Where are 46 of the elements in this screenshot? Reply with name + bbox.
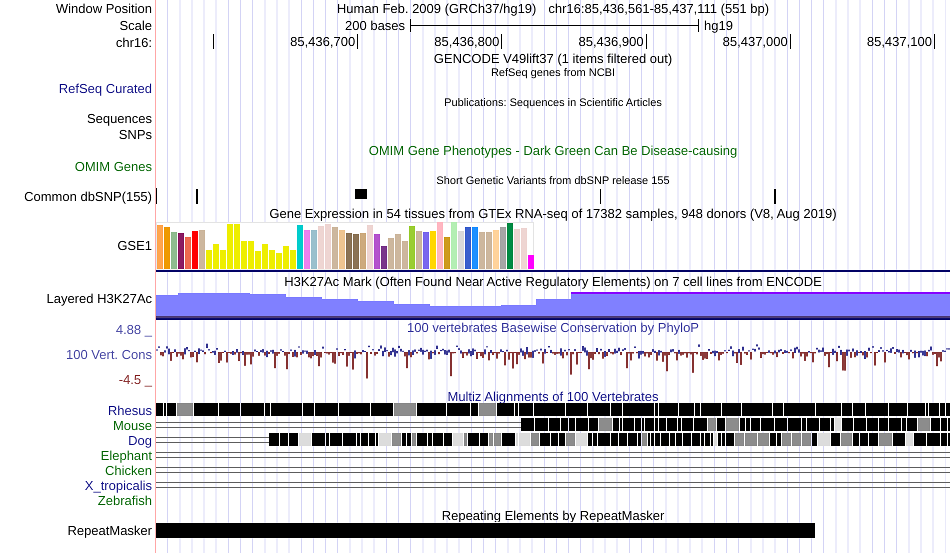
position-text: chr16:85,436,561-85,437,111 (551 bp) xyxy=(548,1,770,16)
tick-mark xyxy=(646,34,647,49)
tick-mark xyxy=(357,34,358,49)
track-label: GSE1 xyxy=(117,238,152,253)
track-title: Repeating Elements by RepeatMasker xyxy=(442,508,664,522)
tick-mark xyxy=(213,34,214,49)
track-label: Chicken xyxy=(105,463,152,478)
track-label: Elephant xyxy=(100,448,152,463)
track-label: Common dbSNP(155) xyxy=(24,189,152,204)
coordinate-label: 85,436,900 xyxy=(578,34,644,50)
track-title: 100 vertebrates Basewise Conservation by PhyloP xyxy=(407,320,699,335)
track-label: SNPs xyxy=(118,126,152,142)
scale-length: 200 bases xyxy=(345,18,406,33)
scale-assembly: hg19 xyxy=(704,18,733,33)
track-label: Zebrafish xyxy=(98,493,152,508)
track-label: -4.5 _ xyxy=(118,372,152,387)
tick-mark xyxy=(934,34,935,49)
assembly-title: Human Feb. 2009 (GRCh37/hg19) xyxy=(336,1,536,16)
track-label: RepeatMasker xyxy=(67,522,152,538)
coordinate-label: 85,436,700 xyxy=(290,34,356,50)
coordinate-label: 85,436,800 xyxy=(434,34,500,50)
track-label: Layered H3K27Ac xyxy=(46,291,152,306)
track-title: H3K27Ac Mark (Often Found Near Active Regulatory Elements) on 7 cell lines from ENCODE xyxy=(284,274,822,289)
track-label: RefSeq Curated xyxy=(58,80,152,96)
track-title: Publications: Sequences in Scientific Articles xyxy=(444,97,662,110)
track-label: Rhesus xyxy=(108,403,152,418)
track-title: GENCODE V49lift37 (1 items filtered out) xyxy=(434,51,672,66)
track-label: 100 Vert. Cons xyxy=(66,347,152,362)
tick-mark xyxy=(501,34,502,49)
track-title: Gene Expression in 54 tissues from GTEx RNA-seq of 17382 samples, 948 donors (V8, Aug 2019) xyxy=(269,206,837,220)
track-label: Sequences xyxy=(86,111,152,126)
track-label: chr16: xyxy=(116,35,152,50)
track-label: Mouse xyxy=(112,418,152,433)
track-label: X_tropicalis xyxy=(84,478,152,493)
track-label: 4.88 _ xyxy=(116,322,152,337)
track-label: Scale xyxy=(119,18,152,33)
track-title: RefSeq genes from NCBI xyxy=(490,66,616,80)
track-title: OMIM Gene Phenotypes - Dark Green Can Be Disease-causing xyxy=(368,142,738,158)
tick-mark xyxy=(790,34,791,49)
coordinate-label: 85,437,100 xyxy=(866,34,932,50)
track-title: Multiz Alignments of 100 Vertebrates xyxy=(447,389,658,403)
track-title: Short Genetic Variants from dbSNP release 155 xyxy=(436,174,670,188)
track-label: OMIM Genes xyxy=(74,158,152,174)
track-label: Window Position xyxy=(56,1,152,16)
track-label: Dog xyxy=(128,433,152,448)
coordinate-label: 85,437,000 xyxy=(722,34,788,50)
